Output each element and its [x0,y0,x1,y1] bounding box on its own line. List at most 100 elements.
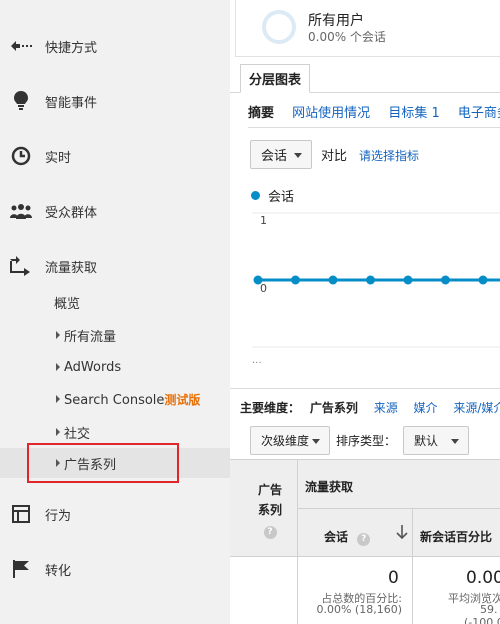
metric-select[interactable]: 会话 [250,140,312,169]
subnav-site-usage[interactable]: 网站使用情况 [292,106,370,121]
primary-dimension-label: 主要维度： [240,401,301,415]
subnav-summary[interactable]: 摘要 [248,106,274,121]
expand-arrow-icon [56,331,60,339]
sort-type-label: 排序类型： [336,434,397,448]
sidebar-item-label: AdWords [64,359,122,375]
new-sessions-total: 0.00 [466,568,500,588]
choose-metric-link[interactable]: 请选择指标 [359,147,419,164]
secondary-dimension-select[interactable]: 次级维度 [250,426,330,455]
nav-label: 智能事件 [45,95,98,111]
shortcut-icon [10,35,32,57]
nav-intelligence-events[interactable]: 智能事件 [0,81,230,121]
sort-type-value: 默认 [414,434,439,448]
beta-badge: 测试版 [164,392,201,407]
dimension-medium[interactable]: 媒介 [414,401,438,415]
sidebar-item-adwords[interactable]: AdWords [0,352,230,382]
sidebar-item-all-traffic[interactable]: 所有流量 [0,320,230,350]
sidebar: 快捷方式 智能事件 实时 受众群体 流量获取 概览 所有流量 AdWords S… [0,0,230,624]
acquisition-icon [10,255,32,277]
clock-icon [10,145,32,167]
main-panel: 所有用户 0.00% 个会话 分层图表 摘要 网站使用情况 目标集 1 电子商务… [230,0,500,624]
new-sessions-avg: 59. [480,603,498,616]
data-point[interactable] [403,275,413,285]
sidebar-item-label: Search Console测试版 [64,391,200,408]
sidebar-item-search-console[interactable]: Search Console测试版 [0,384,230,414]
sort-arrow-icon[interactable] [396,524,408,544]
chevron-down-icon [294,153,302,158]
sessions-total-pct: 0.00% (18,160) [316,603,402,616]
x-more-label: ... [252,355,262,366]
flag-icon [10,558,32,580]
divider [230,388,500,389]
legend-swatch [251,191,260,200]
dimension-source-medium[interactable]: 来源/媒介 [453,401,500,415]
sort-type-select[interactable]: 默认 [403,426,469,455]
subnav-ecommerce[interactable]: 电子商务 [458,106,500,121]
metric-select-label: 会话 [261,149,288,164]
chevron-down-icon [312,439,320,444]
expand-arrow-icon [56,395,60,403]
secondary-dimension-label: 次级维度 [261,434,310,448]
data-point[interactable] [253,275,263,285]
legend-label: 会话 [268,190,295,205]
sidebar-item-social[interactable]: 社交 [0,417,230,447]
column-header-campaign[interactable]: 广告系列 ? [255,480,285,540]
new-sessions-change: (-100.0 [464,616,500,624]
report-subnav: 摘要 网站使用情况 目标集 1 电子商务 [248,102,500,121]
nav-behavior[interactable]: 行为 [0,494,230,534]
nav-label: 实时 [45,150,72,166]
sidebar-item-label: 所有流量 [64,329,117,345]
divider [248,127,500,128]
data-point[interactable] [478,275,488,285]
expand-arrow-icon [56,363,60,371]
search-console-text: Search Console [64,392,165,408]
tab-explorer[interactable]: 分层图表 [240,64,310,93]
dimension-campaign[interactable]: 广告系列 [310,401,358,415]
column-header-new-sessions-pct[interactable]: 新会话百分比 [420,528,492,545]
segment-ring-icon [262,10,296,44]
compare-label: 对比 [321,149,348,164]
sidebar-item-label: 社交 [64,426,91,442]
data-point[interactable] [291,275,300,285]
sidebar-item-overview[interactable]: 概览 [0,287,230,317]
y-tick-label: 1 [260,214,267,227]
people-icon [10,200,32,222]
column-divider [297,557,298,624]
sidebar-item-label: 概览 [54,296,81,312]
nav-label: 行为 [45,508,72,524]
series-group [253,275,500,285]
lightbulb-icon [10,90,32,112]
nav-label: 受众群体 [45,205,98,221]
segment-name: 所有用户 [308,13,364,29]
expand-arrow-icon [56,459,60,467]
nav-acquisition[interactable]: 流量获取 [0,246,230,286]
chart-area: 1 0 ... [252,212,500,366]
column-header-label: 会话 [324,530,349,544]
nav-label: 流量获取 [45,260,98,276]
data-point[interactable] [441,275,450,285]
column-divider [412,508,413,624]
column-header-label: 广告系列 [257,483,282,517]
header-divider [297,508,500,509]
nav-shortcuts[interactable]: 快捷方式 [0,26,230,66]
dimension-source[interactable]: 来源 [374,401,398,415]
y-tick-label: 0 [260,282,267,295]
sidebar-item-label: 广告系列 [64,457,117,473]
help-icon[interactable]: ? [357,533,371,546]
nav-conversions[interactable]: 转化 [0,549,230,589]
chevron-down-icon [451,439,459,444]
nav-audience[interactable]: 受众群体 [0,191,230,231]
nav-realtime[interactable]: 实时 [0,136,230,176]
segment-card[interactable]: 所有用户 0.00% 个会话 [235,0,500,57]
nav-label: 快捷方式 [45,40,98,56]
primary-dimension-row: 主要维度： 广告系列 来源 媒介 来源/媒介 [240,399,500,416]
data-point[interactable] [328,275,338,285]
subnav-goal-set[interactable]: 目标集 1 [388,106,439,121]
expand-arrow-icon [56,428,60,436]
help-icon[interactable]: ? [263,526,277,539]
data-point[interactable] [366,275,375,285]
column-group-acquisition: 流量获取 [305,480,354,494]
column-header-sessions[interactable]: 会话 ? [324,528,371,546]
sidebar-item-campaigns[interactable]: 广告系列 [0,448,230,478]
behavior-icon [10,503,32,525]
